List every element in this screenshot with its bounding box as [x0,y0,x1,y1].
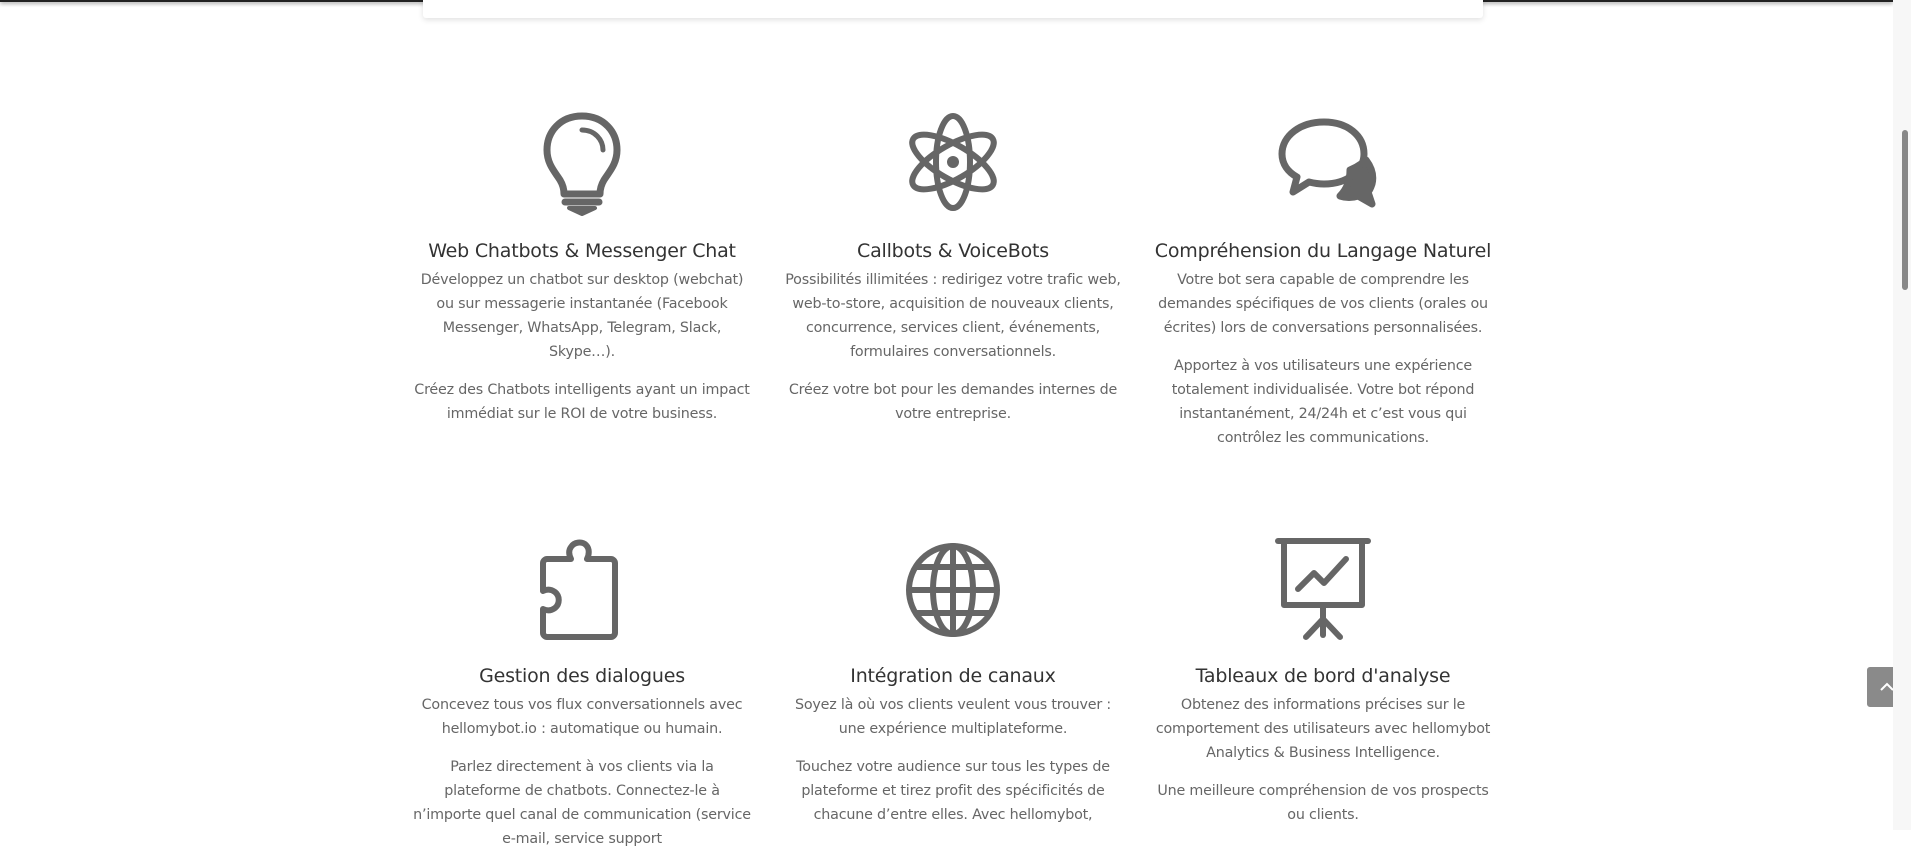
feature-channels: Intégration de canaux Soyez là où vos cl… [783,535,1123,841]
globe-icon [898,535,1008,645]
feature-text: Parlez directement à vos clients via la … [413,759,751,847]
feature-text: Une meilleure compréhension de vos prosp… [1157,783,1489,823]
feature-text: Concevez tous vos flux conversationnels … [421,697,743,737]
feature-text: Créez des Chatbots intelligents ayant un… [414,382,750,422]
feature-text: Apportez à vos utilisateurs une expérien… [1171,358,1475,446]
feature-title: Web Chatbots & Messenger Chat [428,240,736,262]
lightbulb-icon [527,110,637,220]
feature-text: Votre bot sera capable de comprendre les… [1158,272,1488,336]
feature-text: Créez votre bot pour les demandes intern… [788,382,1118,422]
feature-text: Développez un chatbot sur desktop (webch… [420,272,744,360]
feature-nlu: Compréhension du Langage Naturel Votre b… [1153,110,1493,464]
scrollbar[interactable] [1893,0,1911,830]
feature-title: Gestion des dialogues [479,665,685,687]
feature-analytics: Tableaux de bord d'analyse Obtenez des i… [1153,535,1493,841]
feature-title: Compréhension du Langage Naturel [1154,240,1492,262]
scrollbar-thumb[interactable] [1902,130,1908,290]
feature-dialogues: Gestion des dialogues Concevez tous vos … [412,535,752,865]
feature-text: Obtenez des informations précises sur le… [1155,697,1491,761]
feature-title: Tableaux de bord d'analyse [1195,665,1451,687]
feature-title: Callbots & VoiceBots [857,240,1049,262]
atom-icon [898,110,1008,220]
presentation-chart-icon [1268,535,1378,645]
chat-bubbles-icon [1268,110,1378,220]
puzzle-icon [527,535,637,645]
feature-web-chatbots: Web Chatbots & Messenger Chat Développez… [412,110,752,440]
feature-callbots: Callbots & VoiceBots Possibilités illimi… [783,110,1123,440]
top-card [423,0,1483,18]
feature-text: Possibilités illimitées : redirigez votr… [785,272,1121,360]
feature-title: Intégration de canaux [850,665,1056,687]
feature-text: Soyez là où vos clients veulent vous tro… [794,697,1112,737]
feature-text: Touchez votre audience sur tous les type… [796,759,1110,823]
